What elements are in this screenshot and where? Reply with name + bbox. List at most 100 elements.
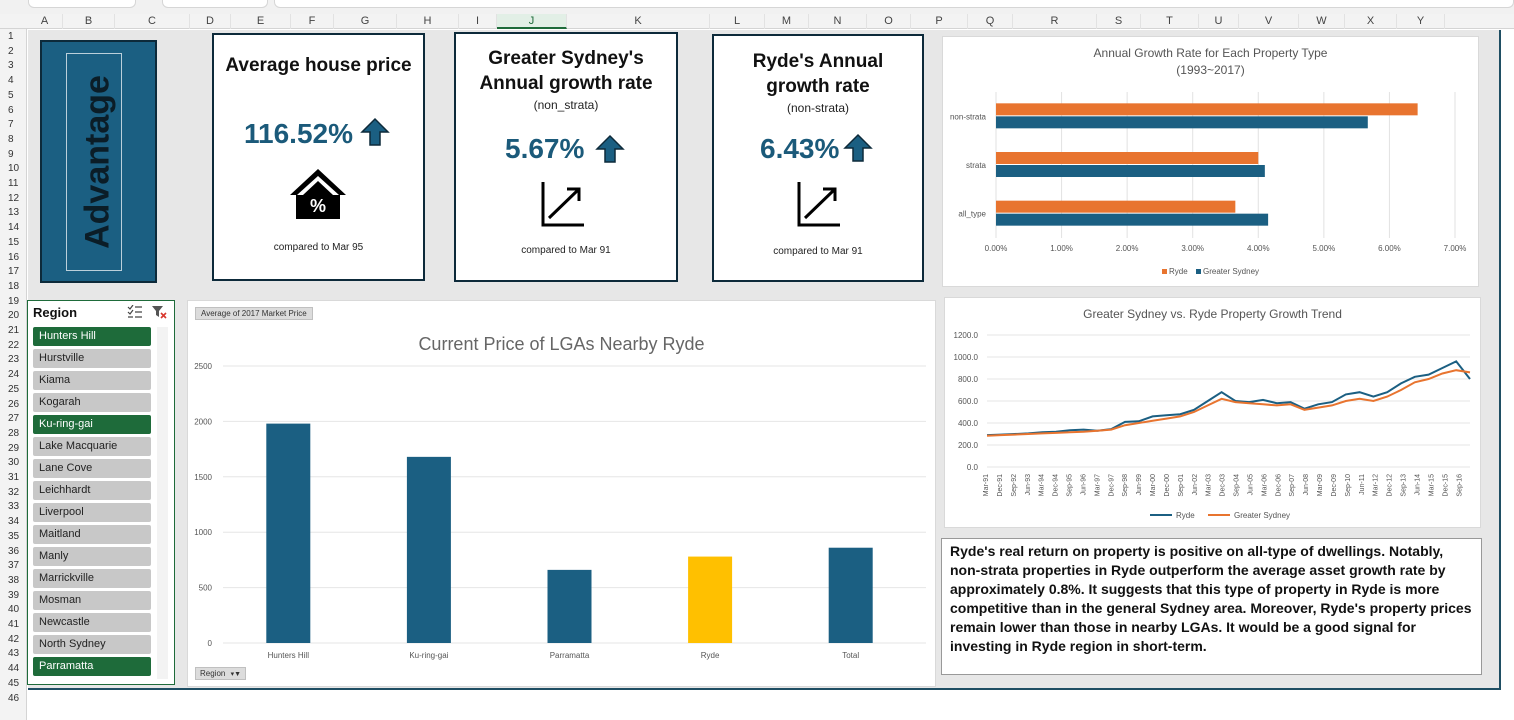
column-header-D[interactable]: D: [190, 14, 231, 29]
column-header-Q[interactable]: Q: [968, 14, 1013, 29]
name-box[interactable]: [28, 0, 136, 8]
column-header-N[interactable]: N: [809, 14, 867, 29]
row-header-8[interactable]: 8: [0, 133, 26, 147]
bar-ryde[interactable]: [688, 556, 733, 643]
row-header-43[interactable]: 43: [0, 647, 26, 661]
column-header-L[interactable]: L: [710, 14, 765, 29]
column-header-X[interactable]: X: [1345, 14, 1397, 29]
row-header-25[interactable]: 25: [0, 383, 26, 397]
column-header-F[interactable]: F: [291, 14, 334, 29]
bar-greater-sydney[interactable]: [996, 165, 1265, 177]
row-header-33[interactable]: 33: [0, 500, 26, 514]
row-header-11[interactable]: 11: [0, 177, 26, 191]
slicer-item[interactable]: Lake Macquarie: [33, 437, 151, 456]
column-header-J[interactable]: J: [497, 14, 567, 29]
row-header-19[interactable]: 19: [0, 295, 26, 309]
column-header-P[interactable]: P: [911, 14, 968, 29]
slicer-item[interactable]: Liverpool: [33, 503, 151, 522]
row-header-27[interactable]: 27: [0, 412, 26, 426]
row-header-40[interactable]: 40: [0, 603, 26, 617]
row-header-34[interactable]: 34: [0, 515, 26, 529]
bar-total[interactable]: [828, 547, 873, 643]
column-header-W[interactable]: W: [1299, 14, 1345, 29]
lga-price-chart[interactable]: Average of 2017 Market Price Current Pri…: [187, 300, 936, 687]
row-header-31[interactable]: 31: [0, 471, 26, 485]
column-header-C[interactable]: C: [115, 14, 190, 29]
row-header-3[interactable]: 3: [0, 59, 26, 73]
bar-ryde[interactable]: [996, 103, 1418, 116]
multi-select-icon[interactable]: [127, 305, 143, 319]
row-header-44[interactable]: 44: [0, 662, 26, 676]
slicer-item[interactable]: Ku-ring-gai: [33, 415, 151, 434]
row-header-14[interactable]: 14: [0, 221, 26, 235]
row-header-12[interactable]: 12: [0, 192, 26, 206]
slicer-scrollbar[interactable]: [157, 327, 168, 679]
row-header-42[interactable]: 42: [0, 633, 26, 647]
slicer-item[interactable]: Manly: [33, 547, 151, 566]
row-header-2[interactable]: 2: [0, 45, 26, 59]
row-header-21[interactable]: 21: [0, 324, 26, 338]
slicer-item[interactable]: Lane Cove: [33, 459, 151, 478]
slicer-item[interactable]: Kiama: [33, 371, 151, 390]
row-header-38[interactable]: 38: [0, 574, 26, 588]
row-header-39[interactable]: 39: [0, 589, 26, 603]
row-header-37[interactable]: 37: [0, 559, 26, 573]
growth-trend-chart[interactable]: Greater Sydney vs. Ryde Property Growth …: [944, 297, 1481, 528]
row-header-36[interactable]: 36: [0, 545, 26, 559]
row-header-10[interactable]: 10: [0, 162, 26, 176]
row-header-41[interactable]: 41: [0, 618, 26, 632]
column-header-S[interactable]: S: [1097, 14, 1141, 29]
column-header-A[interactable]: A: [27, 14, 63, 29]
row-header-13[interactable]: 13: [0, 206, 26, 220]
bar-ryde[interactable]: [996, 152, 1259, 164]
column-header-H[interactable]: H: [397, 14, 459, 29]
column-header-I[interactable]: I: [459, 14, 497, 29]
row-header-4[interactable]: 4: [0, 74, 26, 88]
bar-ku-ring-gai[interactable]: [406, 456, 451, 643]
bar-greater-sydney[interactable]: [996, 116, 1368, 129]
column-header-Y[interactable]: Y: [1397, 14, 1445, 29]
column-header-V[interactable]: V: [1239, 14, 1299, 29]
slicer-item[interactable]: Hunters Hill: [33, 327, 151, 346]
formula-input[interactable]: [274, 0, 1514, 8]
column-header-B[interactable]: B: [63, 14, 115, 29]
bar-parramatta[interactable]: [547, 569, 592, 643]
slicer-item[interactable]: Kogarah: [33, 393, 151, 412]
column-header-E[interactable]: E: [231, 14, 291, 29]
row-header-16[interactable]: 16: [0, 251, 26, 265]
column-header-M[interactable]: M: [765, 14, 809, 29]
row-header-46[interactable]: 46: [0, 692, 26, 706]
column-header-T[interactable]: T: [1141, 14, 1199, 29]
slicer-item[interactable]: Newcastle: [33, 613, 151, 632]
pivot-region-filter-button[interactable]: Region ▾▼: [195, 667, 247, 680]
row-header-15[interactable]: 15: [0, 236, 26, 250]
slicer-item[interactable]: Marrickville: [33, 569, 151, 588]
row-header-30[interactable]: 30: [0, 456, 26, 470]
column-header-O[interactable]: O: [867, 14, 911, 29]
row-header-18[interactable]: 18: [0, 280, 26, 294]
row-header-45[interactable]: 45: [0, 677, 26, 691]
column-header-U[interactable]: U: [1199, 14, 1239, 29]
series-line-greater-sydney[interactable]: [986, 369, 1471, 437]
row-header-24[interactable]: 24: [0, 368, 26, 382]
row-header-5[interactable]: 5: [0, 89, 26, 103]
row-header-17[interactable]: 17: [0, 265, 26, 279]
row-header-20[interactable]: 20: [0, 309, 26, 323]
row-header-6[interactable]: 6: [0, 104, 26, 118]
row-header-22[interactable]: 22: [0, 339, 26, 353]
slicer-item[interactable]: Mosman: [33, 591, 151, 610]
slicer-item[interactable]: Hurstville: [33, 349, 151, 368]
row-header-7[interactable]: 7: [0, 118, 26, 132]
bar-hunters-hill[interactable]: [266, 423, 311, 643]
clear-filter-icon[interactable]: [151, 305, 167, 319]
row-header-9[interactable]: 9: [0, 148, 26, 162]
row-header-23[interactable]: 23: [0, 353, 26, 367]
column-header-G[interactable]: G: [334, 14, 397, 29]
bar-ryde[interactable]: [996, 200, 1236, 213]
row-header-32[interactable]: 32: [0, 486, 26, 500]
growth-rate-chart[interactable]: Annual Growth Rate for Each Property Typ…: [942, 36, 1479, 287]
column-header-R[interactable]: R: [1013, 14, 1097, 29]
slicer-item[interactable]: Parramatta: [33, 657, 151, 676]
column-header-K[interactable]: K: [567, 14, 710, 29]
slicer-item[interactable]: Leichhardt: [33, 481, 151, 500]
